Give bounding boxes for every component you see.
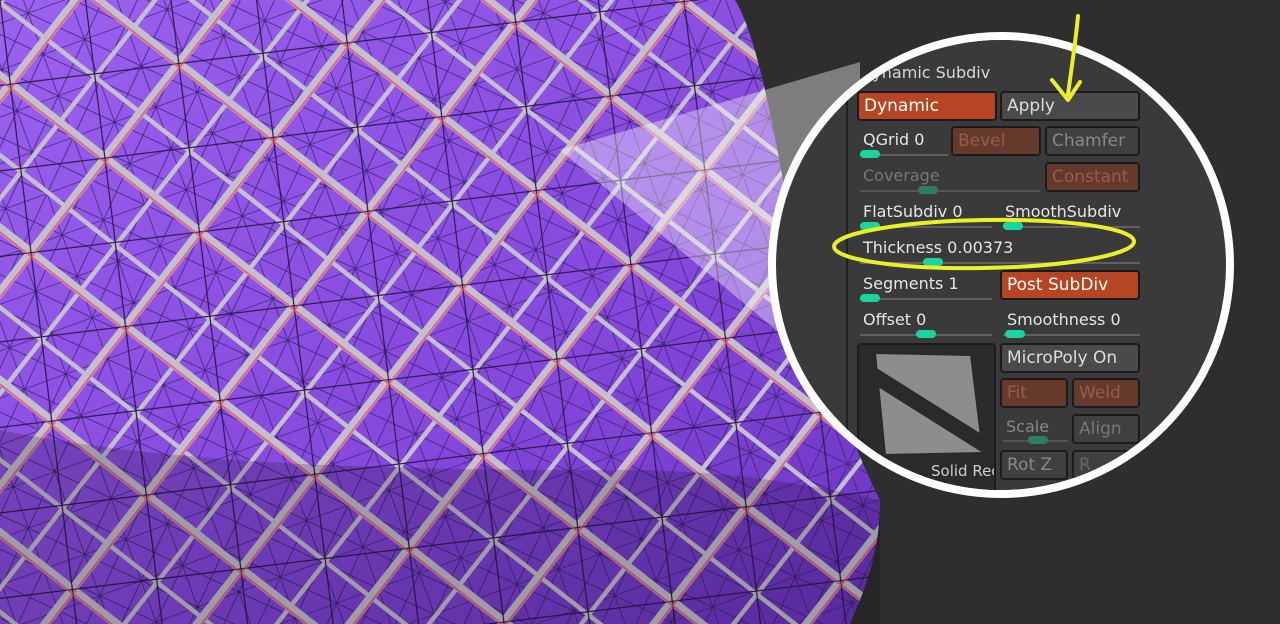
screenshot-stage: Dynamic Subdiv Dynamic Apply QGrid 0 Bev…: [0, 0, 1280, 624]
thickness-highlight-ellipse: [832, 217, 1136, 271]
annotation-arrow-icon: [1050, 14, 1082, 102]
annotation-overlay: [832, 14, 1136, 271]
